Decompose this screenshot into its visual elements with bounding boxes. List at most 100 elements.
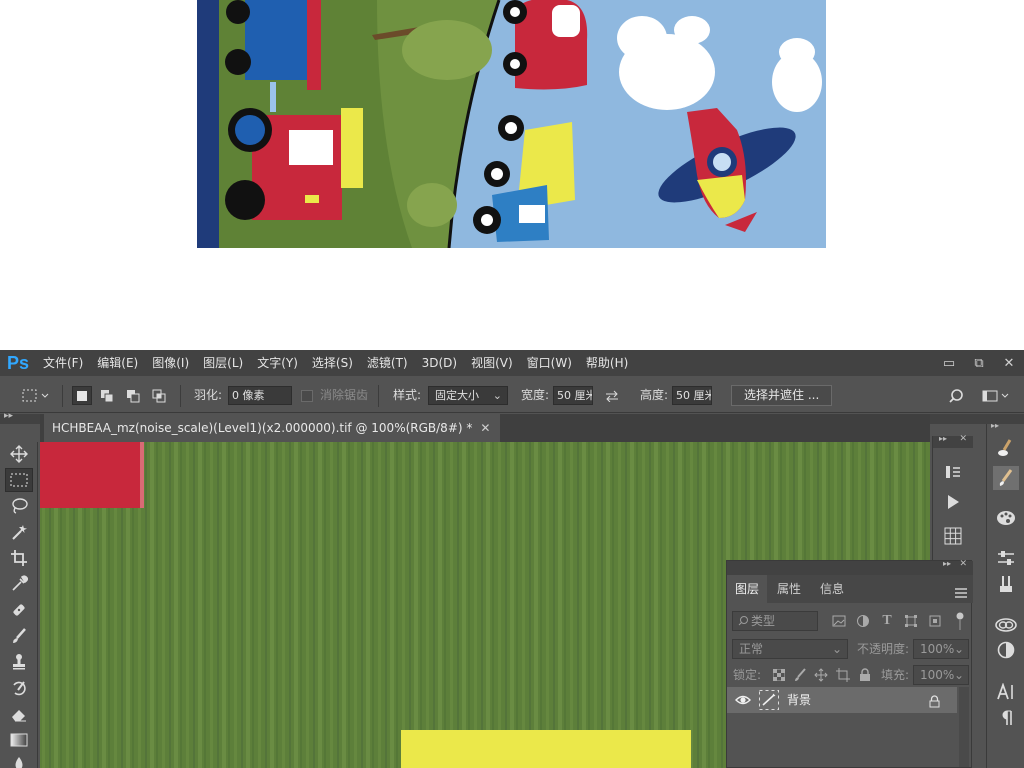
- lock-artboard-icon[interactable]: [835, 667, 851, 683]
- filter-type-icon[interactable]: T: [879, 613, 895, 629]
- document-tab[interactable]: HCHBEAA_mz(noise_scale)(Level1)(x2.00000…: [44, 414, 501, 442]
- style-label: 样式:: [393, 388, 422, 402]
- play-actions-icon[interactable]: [940, 490, 966, 514]
- fill-label: 填充:: [881, 668, 910, 682]
- menu-view[interactable]: 视图(V): [464, 350, 520, 376]
- menu-3d[interactable]: 3D(D): [415, 350, 464, 376]
- filter-shape-icon[interactable]: [903, 613, 919, 629]
- healing-brush-tool-icon[interactable]: [5, 598, 33, 622]
- layers-collapse-icon[interactable]: ▸▸: [943, 559, 951, 568]
- subtract-selection-icon[interactable]: [123, 386, 143, 405]
- antialias-label: 消除锯齿: [320, 388, 369, 402]
- style-select[interactable]: 固定大小 ⌄: [428, 386, 508, 405]
- libraries-cloud-icon[interactable]: [993, 612, 1019, 636]
- menu-select[interactable]: 选择(S): [305, 350, 360, 376]
- search-icon[interactable]: [946, 386, 966, 405]
- mini-panel-strip: ▸▸ ✕: [932, 434, 973, 566]
- fill-value: 100%: [920, 668, 955, 682]
- lock-all-icon[interactable]: [857, 667, 873, 683]
- left-collapse-icon[interactable]: ▸▸: [4, 411, 13, 421]
- swatches-palette-icon[interactable]: [993, 506, 1019, 530]
- tab-properties[interactable]: 属性: [769, 575, 809, 603]
- eraser-tool-icon[interactable]: [5, 702, 33, 726]
- character-panel-icon[interactable]: [993, 680, 1019, 704]
- antialias-checkbox[interactable]: [300, 386, 314, 405]
- tab-layers[interactable]: 图层: [727, 575, 768, 603]
- new-selection-icon[interactable]: [72, 386, 92, 405]
- filter-adjustment-icon[interactable]: [855, 613, 871, 629]
- eye-icon[interactable]: [735, 692, 751, 711]
- style-select-value: 固定大小: [435, 389, 479, 402]
- menu-bar: Ps 文件(F) 编辑(E) 图像(I) 图层(L) 文字(Y) 选择(S) 滤…: [0, 350, 1024, 376]
- filter-toggle-icon[interactable]: [955, 611, 965, 631]
- close-window-button[interactable]: ✕: [994, 350, 1024, 376]
- adjustments-sliders-icon[interactable]: [993, 546, 1019, 570]
- move-tool-icon[interactable]: [5, 442, 33, 466]
- fill-input[interactable]: 100% ⌄: [913, 665, 969, 685]
- feather-input[interactable]: 0 像素: [228, 386, 292, 405]
- height-label: 高度:: [640, 388, 669, 402]
- tools-panel: [0, 442, 38, 768]
- opacity-input[interactable]: 100% ⌄: [913, 639, 969, 659]
- layer-filter-select[interactable]: 类型: [732, 611, 818, 631]
- marquee-preset-icon[interactable]: [20, 386, 54, 405]
- workspace-icon[interactable]: [981, 386, 1011, 405]
- blur-tool-icon[interactable]: [5, 752, 33, 768]
- chevron-down-icon: ⌄: [492, 389, 502, 402]
- select-and-mask-button[interactable]: 选择并遮住 ...: [731, 385, 833, 406]
- menu-window[interactable]: 窗口(W): [520, 350, 579, 376]
- width-input[interactable]: 50 厘米: [553, 386, 593, 405]
- layers-close-icon[interactable]: ✕: [959, 559, 967, 569]
- history-panel-icon[interactable]: [940, 460, 966, 484]
- screenshot-root: Ps 文件(F) 编辑(E) 图像(I) 图层(L) 文字(Y) 选择(S) 滤…: [0, 0, 1024, 768]
- magic-wand-tool-icon[interactable]: [5, 520, 33, 544]
- artwork-illustration: [197, 0, 826, 248]
- lock-position-icon[interactable]: [813, 667, 829, 683]
- close-tab-icon[interactable]: ✕: [480, 421, 490, 435]
- grid-panel-icon[interactable]: [940, 524, 966, 548]
- filter-pixel-icon[interactable]: [831, 613, 847, 629]
- lock-pixels-icon[interactable]: [792, 667, 808, 683]
- add-selection-icon[interactable]: [97, 386, 117, 405]
- mini-strip-collapse-icon[interactable]: ▸▸: [939, 434, 947, 443]
- intersect-selection-icon[interactable]: [149, 386, 169, 405]
- menu-edit[interactable]: 编辑(E): [90, 350, 145, 376]
- gradient-tool-icon[interactable]: [5, 728, 33, 752]
- color-adjust-icon[interactable]: [993, 638, 1019, 662]
- panel-menu-icon[interactable]: [955, 583, 967, 602]
- history-brush-tool-icon[interactable]: [5, 676, 33, 700]
- menu-file[interactable]: 文件(F): [36, 350, 90, 376]
- layers-panel-tabs: 图层 属性 信息: [727, 575, 973, 603]
- fill-chevron-icon: ⌄: [953, 668, 964, 682]
- layers-panel-header: ▸▸ ✕: [727, 559, 973, 575]
- menu-type[interactable]: 文字(Y): [250, 350, 305, 376]
- filter-smart-object-icon[interactable]: [927, 613, 943, 629]
- brush-tool-icon[interactable]: [5, 624, 33, 648]
- mini-strip-close-icon[interactable]: ✕: [959, 434, 967, 444]
- restore-button[interactable]: ⧉: [964, 350, 994, 376]
- crop-tool-icon[interactable]: [5, 546, 33, 570]
- paragraph-panel-icon[interactable]: [993, 706, 1019, 730]
- clone-stamp-tool-icon[interactable]: [5, 650, 33, 674]
- opacity-label: 不透明度:: [857, 642, 910, 656]
- minimize-button[interactable]: ▭: [934, 350, 964, 376]
- lasso-tool-icon[interactable]: [5, 494, 33, 518]
- brush-settings-icon[interactable]: [993, 466, 1019, 490]
- blend-mode-select[interactable]: 正常 ⌄: [732, 639, 848, 659]
- document-tab-bar: HCHBEAA_mz(noise_scale)(Level1)(x2.00000…: [40, 414, 930, 442]
- layers-scrollbar[interactable]: [959, 687, 969, 767]
- height-input[interactable]: 50 厘米: [672, 386, 712, 405]
- menu-layer[interactable]: 图层(L): [196, 350, 250, 376]
- layer-row-background[interactable]: 背景: [727, 687, 957, 713]
- eyedropper-tool-icon[interactable]: [5, 572, 33, 596]
- menu-help[interactable]: 帮助(H): [579, 350, 635, 376]
- rectangular-marquee-tool-icon[interactable]: [5, 468, 33, 492]
- brush-presets-icon[interactable]: [993, 436, 1019, 460]
- lock-transparent-icon[interactable]: [771, 667, 787, 683]
- menu-image[interactable]: 图像(I): [145, 350, 196, 376]
- tab-info[interactable]: 信息: [812, 575, 852, 603]
- tool-presets-icon[interactable]: [993, 572, 1019, 596]
- menu-filter[interactable]: 滤镜(T): [360, 350, 415, 376]
- swap-dimensions-icon[interactable]: [602, 386, 622, 405]
- right-strip-collapse-icon[interactable]: ▸▸: [991, 421, 999, 430]
